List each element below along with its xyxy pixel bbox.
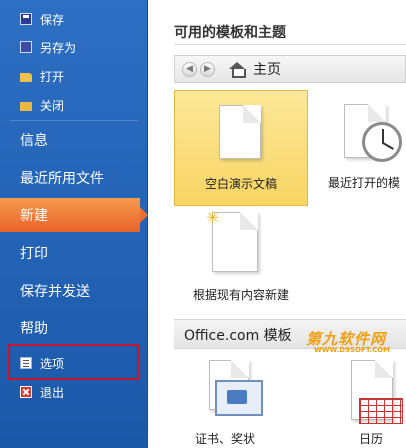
- section-title: 可用的模板和主题: [174, 25, 286, 41]
- template-blank-presentation[interactable]: 空白演示文稿: [174, 90, 308, 206]
- nav-open-label: 打开: [40, 69, 65, 84]
- nav-close-label: 关闭: [40, 98, 65, 113]
- nav-info-label: 信息: [20, 133, 48, 149]
- backstage-nav: 保存 另存为 打开 关闭 信息 最近所用文件 新建 打印 保存并发送 帮助 选项…: [0, 0, 148, 448]
- office-templates-title: Office.com 模板: [184, 328, 292, 344]
- template-label: 根据现有内容新建: [192, 288, 289, 302]
- nav-save-send-label: 保存并发送: [20, 284, 90, 300]
- close-folder-icon: [20, 101, 32, 111]
- template-calendar[interactable]: [345, 360, 405, 430]
- nav-close[interactable]: 关闭: [0, 92, 148, 118]
- nav-save-as-label: 另存为: [40, 40, 77, 55]
- open-folder-icon: [20, 72, 32, 82]
- template-recent[interactable]: 最近打开的模: [322, 90, 406, 206]
- breadcrumb-home[interactable]: 主页: [253, 59, 281, 79]
- nav-help-label: 帮助: [20, 321, 48, 337]
- nav-open[interactable]: 打开: [0, 63, 148, 89]
- nav-save-as[interactable]: 另存为: [0, 34, 148, 60]
- template-label: 最近打开的模: [328, 176, 401, 190]
- nav-info[interactable]: 信息: [0, 123, 148, 157]
- nav-print[interactable]: 打印: [0, 236, 148, 270]
- nav-help[interactable]: 帮助: [0, 311, 148, 345]
- nav-recent[interactable]: 最近所用文件: [0, 161, 148, 195]
- template-navbar: ◀ ▶ 主页: [174, 55, 406, 83]
- clock-icon: [362, 122, 402, 162]
- exit-icon: [20, 386, 32, 398]
- template-label: 空白演示文稿: [204, 177, 277, 191]
- watermark-url: WWW.D9SOFT.COM: [314, 346, 391, 354]
- nav-divider: [10, 120, 138, 121]
- back-arrow-icon[interactable]: ◀: [182, 61, 197, 77]
- nav-recent-label: 最近所用文件: [20, 171, 104, 187]
- save-icon: [20, 13, 32, 25]
- nav-exit[interactable]: 退出: [0, 379, 148, 405]
- save-as-icon: [20, 41, 32, 53]
- template-calendar-label: 日历: [358, 432, 383, 446]
- nav-new[interactable]: 新建: [0, 198, 148, 232]
- nav-new-label: 新建: [20, 208, 48, 224]
- blank-document-icon: [219, 105, 261, 159]
- template-certificates[interactable]: [205, 360, 267, 420]
- forward-arrow-icon[interactable]: ▶: [200, 61, 215, 77]
- nav-save-label: 保存: [40, 12, 65, 27]
- nav-exit-label: 退出: [40, 385, 65, 400]
- options-highlight-box: [8, 344, 139, 380]
- template-from-existing[interactable]: ✳ 根据现有内容新建: [174, 204, 308, 320]
- nav-save-send[interactable]: 保存并发送: [0, 274, 148, 308]
- home-icon[interactable]: [229, 62, 246, 78]
- section-divider: [174, 44, 406, 45]
- certificate-seal-icon: [227, 390, 247, 404]
- sparkle-icon: ✳: [206, 208, 220, 227]
- nav-print-label: 打印: [20, 246, 48, 262]
- template-certificates-label: 证书、奖状: [194, 432, 255, 446]
- nav-save[interactable]: 保存: [0, 6, 148, 32]
- calendar-icon: [359, 398, 403, 424]
